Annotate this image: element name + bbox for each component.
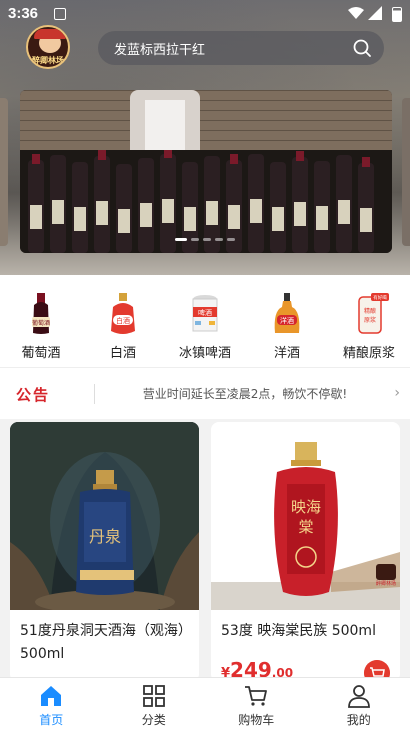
red-wine-bottle-icon: 葡萄酒 — [32, 293, 50, 334]
banner-dot — [175, 238, 187, 241]
product-title: 53度 映海棠民族 500ml — [221, 623, 376, 639]
product-image: 丹泉 — [10, 422, 199, 610]
beer-can-icon: 啤酒 — [192, 295, 218, 332]
grid-icon — [142, 685, 165, 707]
craft-beer-icon: 有好喝 精酿 原浆 — [358, 293, 389, 334]
category-label: 洋酒 — [273, 346, 300, 361]
tab-category[interactable]: 分类 — [103, 678, 206, 730]
logo-hat — [34, 29, 66, 39]
search-icon[interactable] — [352, 38, 372, 58]
banner-next-peek — [402, 98, 410, 246]
tab-home[interactable]: 首页 — [0, 678, 103, 730]
spirits-bottle-tag: 洋酒 — [280, 316, 294, 325]
beer-can-tag: 啤酒 — [198, 308, 212, 317]
wine-bottle-tag: 葡萄酒 — [32, 319, 50, 327]
category-baijiu[interactable]: 白酒 白酒 — [82, 275, 164, 367]
banner-prev-peek — [0, 98, 8, 246]
status-bar: 3:36 — [0, 0, 410, 28]
banner-dot — [191, 238, 199, 241]
category-label: 冰镇啤酒 — [178, 346, 231, 361]
craft-beer-tag: 有好喝 — [373, 294, 387, 301]
promo-banner[interactable] — [20, 90, 392, 253]
category-beer[interactable]: 啤酒 冰镇啤酒 — [164, 275, 246, 367]
product-card[interactable]: 映海 棠 醉卿林场 53度 映海棠民族 500ml ¥249.00 — [211, 422, 400, 682]
battery-icon — [392, 7, 402, 22]
tab-cart[interactable]: 购物车 — [205, 678, 308, 730]
product-card[interactable]: 丹泉 51度丹泉洞天酒海（观海）500ml — [10, 422, 199, 682]
spirits-bottle-icon: 洋酒 — [274, 293, 300, 333]
banner-dot — [203, 238, 211, 241]
tab-label: 我的 — [346, 713, 371, 727]
category-spirits[interactable]: 洋酒 洋酒 — [246, 275, 328, 367]
craft-beer-label-line2: 原浆 — [364, 316, 376, 324]
product-title: 51度丹泉洞天酒海（观海）500ml — [20, 623, 192, 662]
category-label: 精酿原浆 — [342, 346, 395, 361]
banner-dot — [215, 238, 223, 241]
craft-beer-label-line1: 精酿 — [364, 307, 376, 315]
announcement-badge: 公告 — [10, 383, 82, 405]
product-grid: 丹泉 51度丹泉洞天酒海（观海）500ml 映海 棠 醉卿林场 53度 映海棠民… — [0, 419, 410, 682]
product-1-bottle-label: 丹泉 — [89, 527, 121, 546]
tab-label: 首页 — [39, 713, 64, 727]
baijiu-bottle-tag: 白酒 — [116, 316, 130, 325]
tab-profile[interactable]: 我的 — [308, 678, 410, 730]
baijiu-bottle-icon: 白酒 — [111, 293, 135, 334]
logo-text: 醉卿林场 — [32, 56, 64, 65]
cart-icon — [245, 686, 267, 706]
announcement-bar[interactable]: 公告 营业时间延长至凌晨2点，畅饮不停歇! › — [0, 367, 410, 419]
status-time: 3:36 — [8, 5, 39, 22]
product-2-label-line2: 棠 — [298, 518, 313, 536]
category-wine[interactable]: 葡萄酒 葡萄酒 — [0, 275, 82, 367]
announcement-divider — [94, 384, 95, 404]
announcement-badge-text: 公告 — [16, 386, 51, 404]
banner-person-apron — [145, 100, 185, 150]
notification-icon — [54, 8, 66, 20]
product-2-watermark: 醉卿林场 — [376, 580, 396, 587]
home-icon — [41, 686, 61, 706]
product-image: 映海 棠 醉卿林场 — [211, 422, 400, 610]
product-2-label-line1: 映海 — [291, 498, 321, 516]
user-icon — [347, 685, 370, 708]
tab-label: 分类 — [141, 713, 166, 727]
search-bar[interactable]: 发蓝标西拉干红 — [98, 31, 384, 65]
banner-pagination — [175, 238, 235, 241]
banner-dot — [227, 238, 235, 241]
category-craft-beer[interactable]: 有好喝 精酿 原浆 精酿原浆 — [328, 275, 410, 367]
store-logo[interactable]: 醉卿林场 — [26, 25, 70, 69]
announcement-text: 营业时间延长至凌晨2点，畅饮不停歇! — [142, 387, 348, 401]
category-row: 葡萄酒 葡萄酒 白酒 白酒 啤酒 冰镇啤酒 洋酒 洋酒 有好喝 精酿 原浆 精酿… — [0, 275, 410, 367]
signal-icon — [368, 6, 382, 20]
category-label: 葡萄酒 — [21, 346, 61, 361]
wifi-icon — [348, 7, 364, 19]
chevron-right-icon[interactable]: › — [394, 385, 400, 401]
category-label: 白酒 — [109, 346, 136, 361]
tab-label: 购物车 — [238, 713, 275, 727]
search-input[interactable]: 发蓝标西拉干红 — [114, 39, 205, 58]
bottom-tab-bar: 首页 分类 购物车 我的 — [0, 677, 410, 730]
